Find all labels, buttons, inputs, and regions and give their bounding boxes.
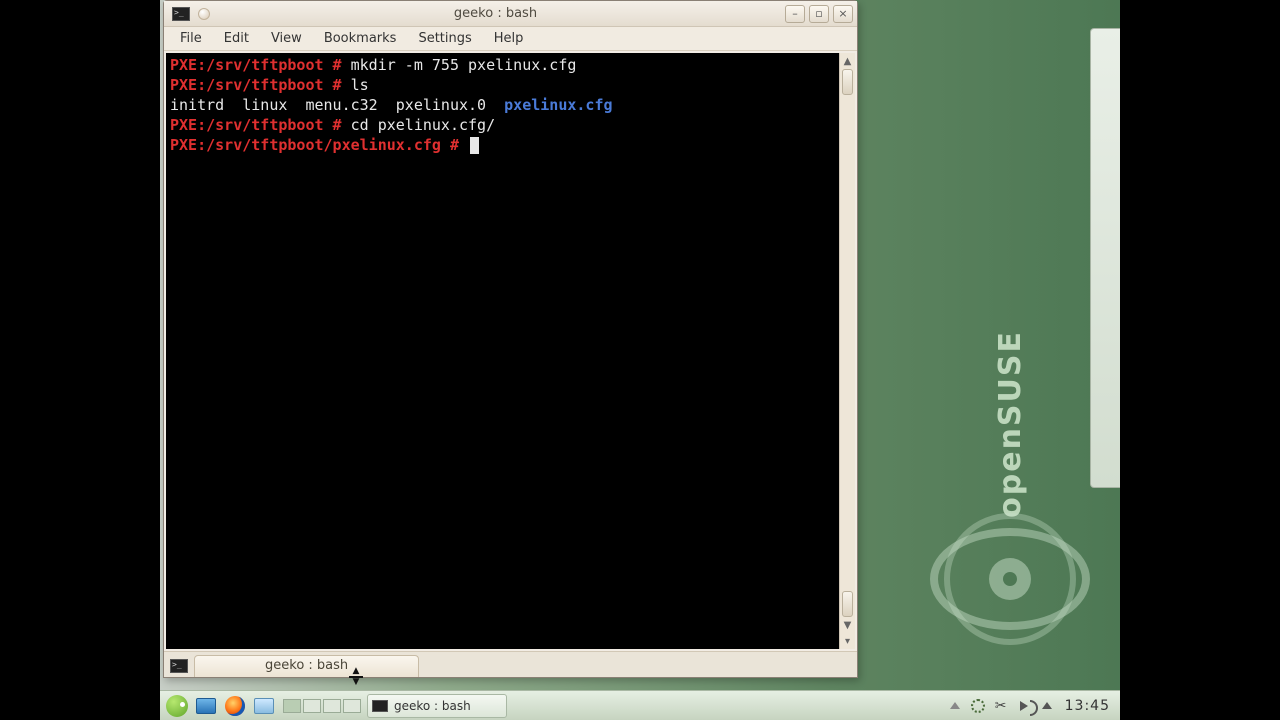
close-button[interactable]: × (833, 5, 853, 23)
brand-circle (930, 528, 1090, 630)
terminal-tab[interactable]: geeko : bash (194, 655, 419, 677)
clock[interactable]: 13:45 (1065, 698, 1110, 714)
titlebar[interactable]: geeko : bash – ▫ × (164, 1, 857, 27)
window-title: geeko : bash (210, 6, 781, 21)
system-tray: ✂ 13:45 (946, 697, 1116, 715)
menu-edit[interactable]: Edit (214, 28, 259, 49)
updater-icon[interactable] (969, 697, 987, 715)
menu-settings[interactable]: Settings (408, 28, 481, 49)
taskbar: geeko : bash ✂ 13:45 (160, 690, 1120, 720)
workspace-pager[interactable] (283, 699, 361, 713)
scroll-down2-icon[interactable]: ▾ (840, 633, 855, 649)
side-panel-widget[interactable] (1090, 28, 1120, 488)
maximize-button[interactable]: ▫ (809, 5, 829, 23)
scroll-up-icon[interactable]: ▲ (840, 53, 855, 69)
brand-text: openSUSE (993, 330, 1028, 518)
suse-icon (166, 695, 188, 717)
scroll-down-icon[interactable]: ▼ (840, 617, 855, 633)
scroll-track[interactable] (840, 69, 855, 617)
tray-arrow-icon[interactable] (1038, 697, 1056, 715)
workspace-3[interactable] (323, 699, 341, 713)
filemanager-launcher[interactable] (251, 694, 277, 718)
desktop: openSUSE geeko : bash – ▫ × File Edit Vi… (160, 0, 1120, 720)
menubar: File Edit View Bookmarks Settings Help (164, 27, 857, 51)
menu-view[interactable]: View (261, 28, 312, 49)
workspace-4[interactable] (343, 699, 361, 713)
show-desktop-button[interactable] (193, 694, 219, 718)
firefox-icon (225, 696, 245, 716)
workspace-2[interactable] (303, 699, 321, 713)
task-label: geeko : bash (394, 699, 471, 713)
clipboard-icon[interactable]: ✂ (992, 697, 1010, 715)
wallpaper-brand: openSUSE (920, 330, 1100, 630)
terminal-output[interactable]: PXE:/srv/tftpboot # mkdir -m 755 pxelinu… (166, 53, 839, 649)
firefox-launcher[interactable] (222, 694, 248, 718)
taskbar-entry-terminal[interactable]: geeko : bash (367, 694, 507, 718)
volume-icon[interactable] (1015, 697, 1033, 715)
new-tab-icon[interactable] (170, 659, 188, 673)
tray-expand-icon[interactable] (946, 697, 964, 715)
tab-bar: geeko : bash (164, 651, 857, 677)
filemanager-icon (254, 698, 274, 714)
menu-help[interactable]: Help (484, 28, 534, 49)
terminal-icon (172, 7, 190, 21)
start-menu-button[interactable] (164, 694, 190, 718)
menu-bookmarks[interactable]: Bookmarks (314, 28, 407, 49)
menu-file[interactable]: File (170, 28, 212, 49)
scroll-thumb-bottom[interactable] (842, 591, 853, 617)
titlebar-decoration (198, 8, 210, 20)
terminal-icon (372, 700, 388, 712)
scroll-thumb[interactable] (842, 69, 853, 95)
terminal-window: geeko : bash – ▫ × File Edit View Bookma… (163, 0, 858, 678)
terminal-area: PXE:/srv/tftpboot # mkdir -m 755 pxelinu… (166, 53, 855, 649)
minimize-button[interactable]: – (785, 5, 805, 23)
workspace-1[interactable] (283, 699, 301, 713)
desktop-icon (196, 698, 216, 714)
scrollbar[interactable]: ▲ ▼ ▾ (839, 53, 855, 649)
